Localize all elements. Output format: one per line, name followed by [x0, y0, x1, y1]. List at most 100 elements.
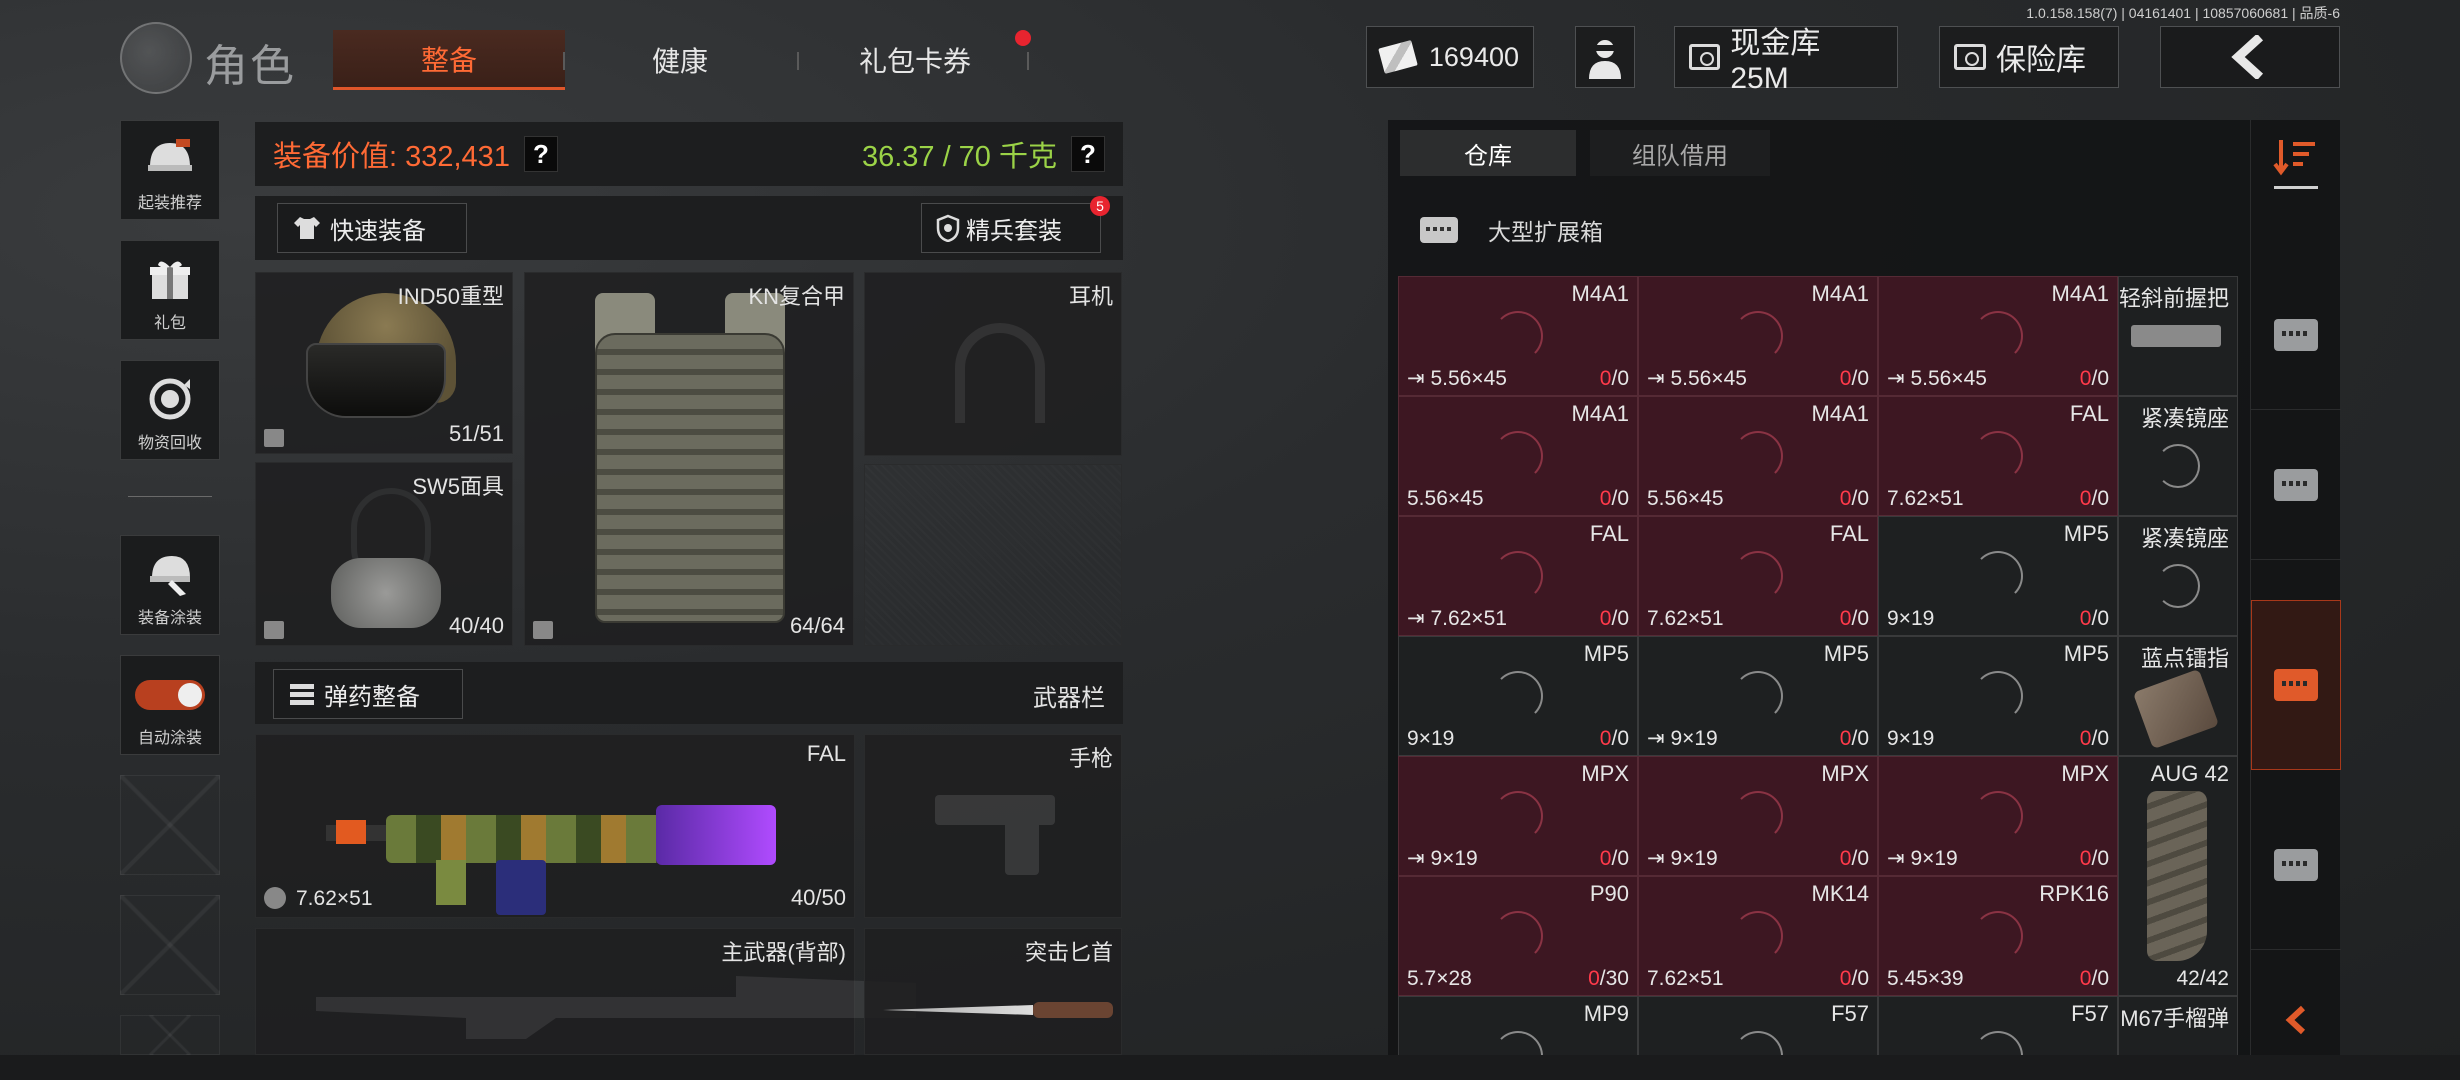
ammo-capacity: /0	[2091, 487, 2109, 510]
category-crate-active[interactable]	[2251, 600, 2341, 770]
weapon-item[interactable]: F57	[1638, 996, 1878, 1056]
helmet-slot[interactable]: IND50重型 51/51	[255, 272, 513, 454]
ammo-loaded: 0	[1599, 487, 1612, 510]
cash-vault-button[interactable]: 现金库 25M	[1674, 26, 1898, 95]
knife-slot[interactable]: 突击匕首	[864, 928, 1122, 1055]
primary-weapon-slot[interactable]: FAL 7.62×51 40/50	[255, 734, 855, 918]
weapon-item[interactable]: MPX ⇥ 9×19 0/0	[1638, 756, 1878, 876]
tab-gift-cards[interactable]: 礼包卡券	[820, 30, 1010, 90]
loading-ring-icon	[1973, 671, 2023, 721]
weapon-item[interactable]: MPX ⇥ 9×19 0/0	[1398, 756, 1638, 876]
ammo-prep-button[interactable]: 弹药整备	[273, 669, 463, 719]
crate-icon	[2274, 468, 2318, 501]
weapon-item[interactable]: MP5 9×19 0/0	[1398, 636, 1638, 756]
item-ammo-count: 0/0	[2080, 727, 2109, 751]
attachment-item[interactable]: M67手榴弹	[2118, 996, 2238, 1056]
item-name: M4A1	[1811, 281, 1869, 306]
cube-icon	[264, 621, 284, 639]
money-display[interactable]: 169400	[1366, 26, 1534, 88]
headset-slot[interactable]: 耳机	[864, 272, 1122, 456]
weapon-item[interactable]: MP5 9×19 0/0	[1878, 516, 2118, 636]
sort-icon[interactable]	[2273, 136, 2319, 176]
item-name: 轻斜前握把	[2119, 286, 2230, 311]
category-crate[interactable]	[2251, 260, 2341, 410]
help-icon[interactable]: ?	[1071, 136, 1105, 172]
tab-gear[interactable]: 整备	[333, 30, 565, 90]
sidebar-item-label: 装备涂装	[137, 610, 202, 627]
item-ammo-count: 0/0	[1840, 727, 1869, 751]
category-crate[interactable]	[2251, 410, 2341, 560]
weapon-item[interactable]: FAL 7.62×51 0/0	[1638, 516, 1878, 636]
sidebar-item-gear-paint[interactable]: 装备涂装	[120, 535, 220, 635]
attachment-item[interactable]: 轻斜前握把	[2118, 276, 2238, 396]
weapon-item[interactable]: F57	[1878, 996, 2118, 1056]
secondary-weapon-slot[interactable]: 主武器(背部)	[255, 928, 916, 1055]
armor-slot[interactable]: KN复合甲 64/64	[524, 272, 854, 646]
sidebar-item-label: 物资回收	[137, 435, 202, 452]
attachment-item[interactable]: AUG 42 42/42	[2118, 756, 2238, 996]
crate-icon	[2274, 848, 2318, 881]
weapon-item[interactable]: MP9	[1398, 996, 1638, 1056]
mask-slot[interactable]: SW5面具 40/40	[255, 462, 513, 646]
weapon-item[interactable]: RPK16 5.45×39 0/0	[1878, 876, 2118, 996]
sidebar-item-gift[interactable]: 礼包	[120, 240, 220, 340]
sidebar-item-label: 自动涂装	[137, 730, 202, 747]
caliber-text: 9×19	[1887, 607, 1935, 630]
recycle-icon	[144, 375, 196, 423]
elite-set-button[interactable]: 精兵套装 5	[921, 196, 1110, 253]
weapon-item[interactable]: M4A1 ⇥ 5.56×45 0/0	[1638, 276, 1878, 396]
back-button[interactable]	[2160, 26, 2340, 88]
attachment-item[interactable]: 紧凑镜座	[2118, 516, 2238, 636]
item-name: MPX	[1581, 761, 1629, 786]
weapon-item[interactable]: M4A1 5.56×45 0/0	[1398, 396, 1638, 516]
helmet-name: IND50重型	[397, 284, 504, 309]
item-name: MP5	[2063, 521, 2109, 546]
loading-ring-icon	[1493, 791, 1543, 841]
quick-equip-button[interactable]: 快速装备	[277, 203, 467, 253]
item-name: M4A1	[1571, 281, 1629, 306]
weapon-item[interactable]: P90 5.7×28 0/30	[1398, 876, 1638, 996]
ammo-type-icon	[264, 887, 286, 909]
collapse-arrow-icon[interactable]	[2251, 985, 2341, 1055]
sidebar-item-loadout-recommend[interactable]: 起装推荐	[120, 120, 220, 220]
safe-button[interactable]: 保险库	[1939, 26, 2119, 88]
tab-warehouse[interactable]: 仓库	[1400, 130, 1576, 176]
weapon-item[interactable]: M4A1 5.56×45 0/0	[1638, 396, 1878, 516]
item-name: AUG 42	[2150, 761, 2229, 786]
auto-paint-toggle[interactable]	[135, 680, 205, 710]
category-crate[interactable]	[2251, 780, 2341, 950]
item-name: FAL	[2069, 401, 2109, 426]
crate-icon	[2274, 669, 2318, 701]
mount-ring-icon	[2156, 564, 2200, 608]
sort-divider	[2274, 186, 2318, 189]
item-ammo-count: 0/0	[1840, 967, 1869, 991]
weapon-item[interactable]: MK14 7.62×51 0/0	[1638, 876, 1878, 996]
grip-icon	[2131, 325, 2221, 347]
ammo-capacity: /0	[1611, 607, 1629, 630]
item-caliber: ⇥ 5.56×45	[1647, 366, 1747, 391]
elite-set-badge: 5	[1090, 196, 1110, 216]
ammo-loaded: 0	[1599, 367, 1612, 390]
page-title: 角色	[204, 42, 296, 91]
weapon-item[interactable]: MP5 9×19 0/0	[1878, 636, 2118, 756]
weapon-item[interactable]: FAL ⇥ 7.62×51 0/0	[1398, 516, 1638, 636]
pistol-slot[interactable]: 手枪	[864, 734, 1122, 918]
attachment-item[interactable]: 紧凑镜座	[2118, 396, 2238, 516]
weapon-item[interactable]: FAL 7.62×51 0/0	[1878, 396, 2118, 516]
tab-health[interactable]: 健康	[600, 30, 760, 90]
item-caliber: 9×19	[1407, 727, 1454, 751]
attachment-item[interactable]: 蓝点镭指	[2118, 636, 2238, 756]
sidebar-item-auto-paint[interactable]: 自动涂装	[120, 655, 220, 755]
weapon-item[interactable]: MP5 ⇥ 9×19 0/0	[1638, 636, 1878, 756]
help-icon[interactable]: ?	[523, 136, 558, 172]
operator-button[interactable]	[1575, 26, 1635, 88]
helmet-icon	[144, 135, 196, 183]
sidebar-item-recycle[interactable]: 物资回收	[120, 360, 220, 460]
weapon-item[interactable]: M4A1 ⇥ 5.56×45 0/0	[1398, 276, 1638, 396]
item-name: M4A1	[1811, 401, 1869, 426]
weapon-item[interactable]: MPX ⇥ 9×19 0/0	[1878, 756, 2118, 876]
tab-team-borrow[interactable]: 组队借用	[1590, 130, 1770, 176]
equip-arrow-icon: ⇥	[1887, 367, 1911, 390]
weapon-item[interactable]: M4A1 ⇥ 5.56×45 0/0	[1878, 276, 2118, 396]
item-caliber: 5.56×45	[1647, 487, 1724, 511]
